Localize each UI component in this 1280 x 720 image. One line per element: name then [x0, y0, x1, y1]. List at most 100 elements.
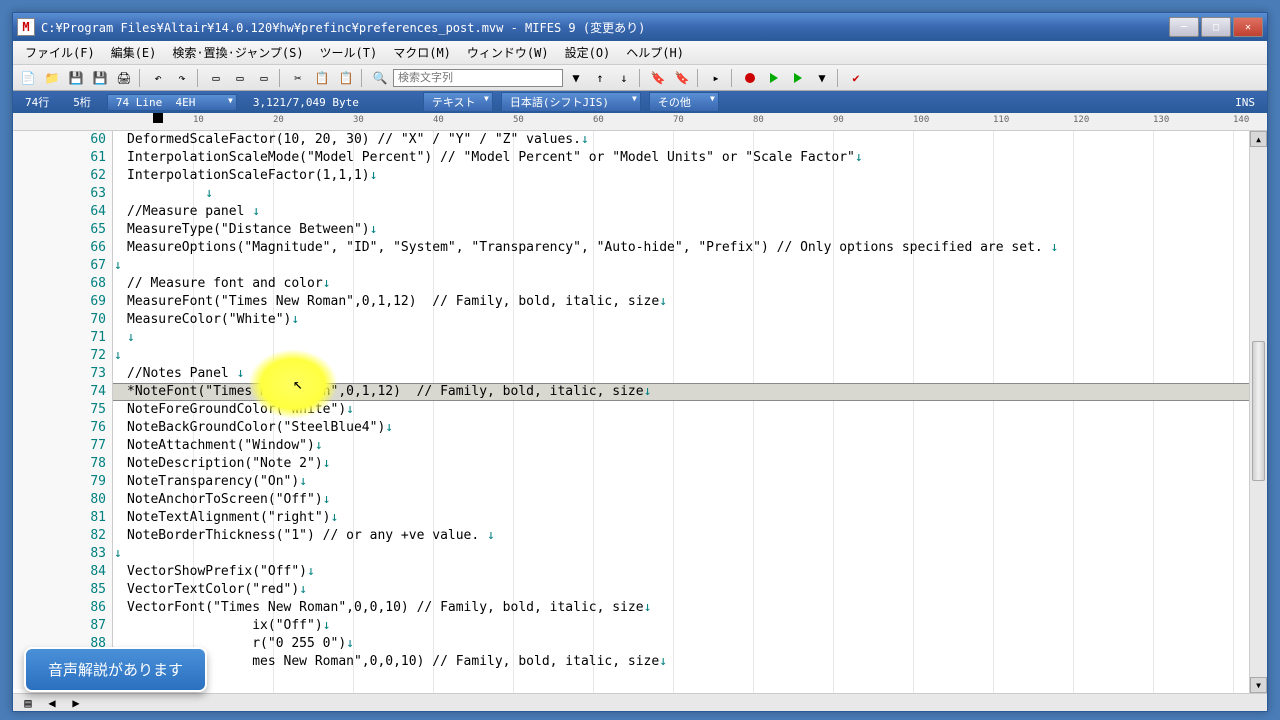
menu-file[interactable]: ファイル(F) [17, 42, 103, 63]
vertical-scrollbar[interactable]: ▲ ▼ [1249, 131, 1267, 693]
line-text[interactable]: NoteDescription("Note 2")↓ [123, 455, 331, 473]
code-line[interactable]: 76NoteBackGroundColor("SteelBlue4")↓ [13, 419, 1249, 437]
find-icon[interactable]: 🔍 [369, 68, 391, 88]
line-text[interactable]: MeasureColor("White")↓ [123, 311, 299, 329]
status-other-dropdown[interactable]: その他 [649, 92, 719, 112]
code-line[interactable]: 70MeasureColor("White")↓ [13, 311, 1249, 329]
code-line[interactable]: 67↓ [13, 257, 1249, 275]
paste-icon[interactable]: 📋 [335, 68, 357, 88]
code-line[interactable]: 64//Measure panel ↓ [13, 203, 1249, 221]
menu-settings[interactable]: 設定(O) [557, 42, 619, 63]
code-line[interactable]: 75NoteForeGroundColor("White")↓ [13, 401, 1249, 419]
code-line[interactable]: 69MeasureFont("Times New Roman",0,1,12) … [13, 293, 1249, 311]
line-text[interactable] [123, 545, 135, 563]
line-text[interactable]: ↓ [123, 329, 135, 347]
line-text[interactable]: NoteBorderThickness("1") // or any +ve v… [123, 527, 495, 545]
line-text[interactable]: // Measure font and color↓ [123, 275, 331, 293]
tab-next-icon[interactable]: ▶ [65, 693, 87, 713]
line-text[interactable]: NoteForeGroundColor("White")↓ [123, 401, 354, 419]
play2-icon[interactable] [787, 68, 809, 88]
line-text[interactable]: MeasureFont("Times New Roman",0,1,12) //… [123, 293, 667, 311]
code-line[interactable]: 74*NoteFont("Times New Roman",0,1,12) //… [13, 383, 1249, 401]
close-button[interactable]: ✕ [1233, 17, 1263, 37]
code-line[interactable]: 78NoteDescription("Note 2")↓ [13, 455, 1249, 473]
doc1-icon[interactable]: ▭ [205, 68, 227, 88]
find-next-icon[interactable]: ↓ [613, 68, 635, 88]
code-line[interactable]: 62InterpolationScaleFactor(1,1,1)↓ [13, 167, 1249, 185]
find-prev-icon[interactable]: ↑ [589, 68, 611, 88]
bookmark-icon[interactable]: 🔖 [647, 68, 669, 88]
line-text[interactable]: VectorFont("Times New Roman",0,0,10) // … [123, 599, 651, 617]
play-dropdown-icon[interactable]: ▼ [811, 68, 833, 88]
line-text[interactable]: InterpolationScaleFactor(1,1,1)↓ [123, 167, 377, 185]
menu-tool[interactable]: ツール(T) [312, 42, 386, 63]
menu-search[interactable]: 検索·置換·ジャンプ(S) [164, 42, 311, 63]
cut-icon[interactable]: ✂ [287, 68, 309, 88]
doc3-icon[interactable]: ▭ [253, 68, 275, 88]
code-line[interactable]: 77NoteAttachment("Window")↓ [13, 437, 1249, 455]
line-text[interactable]: MeasureType("Distance Between")↓ [123, 221, 377, 239]
code-line[interactable]: 63 ↓ [13, 185, 1249, 203]
saveall-icon[interactable]: 💾 [89, 68, 111, 88]
code-line[interactable]: 66MeasureOptions("Magnitude", "ID", "Sys… [13, 239, 1249, 257]
print-icon[interactable]: 🖨 [113, 68, 135, 88]
code-line[interactable]: 85VectorTextColor("red")↓ [13, 581, 1249, 599]
line-text[interactable]: MeasureOptions("Magnitude", "ID", "Syste… [123, 239, 1058, 257]
code-line[interactable]: 72↓ [13, 347, 1249, 365]
menu-macro[interactable]: マクロ(M) [385, 42, 459, 63]
code-line[interactable]: 68// Measure font and color↓ [13, 275, 1249, 293]
line-text[interactable]: *NoteFont("Times New Roman",0,1,12) // F… [123, 383, 651, 401]
code-line[interactable]: 87 ix("Off")↓ [13, 617, 1249, 635]
line-text[interactable]: //Notes Panel ↓ [123, 365, 244, 383]
code-line[interactable]: 83↓ [13, 545, 1249, 563]
editor[interactable]: ↖ 60DeformedScaleFactor(10, 20, 30) // "… [13, 131, 1249, 693]
check-icon[interactable]: ✔ [845, 68, 867, 88]
line-text[interactable] [123, 347, 135, 365]
scroll-up-icon[interactable]: ▲ [1250, 131, 1267, 147]
code-line[interactable]: 80NoteAnchorToScreen("Off")↓ [13, 491, 1249, 509]
new-icon[interactable]: 📄 [17, 68, 39, 88]
scroll-thumb[interactable] [1252, 341, 1265, 481]
status-charset-dropdown[interactable]: テキスト [423, 92, 493, 112]
code-line[interactable]: 82NoteBorderThickness("1") // or any +ve… [13, 527, 1249, 545]
menu-edit[interactable]: 編集(E) [103, 42, 165, 63]
dropdown-icon[interactable]: ▼ [565, 68, 587, 88]
minimize-button[interactable]: ─ [1169, 17, 1199, 37]
code-line[interactable]: 86VectorFont("Times New Roman",0,0,10) /… [13, 599, 1249, 617]
code-line[interactable]: 60DeformedScaleFactor(10, 20, 30) // "X"… [13, 131, 1249, 149]
code-line[interactable]: 84VectorShowPrefix("Off")↓ [13, 563, 1249, 581]
line-text[interactable] [123, 257, 135, 275]
code-line[interactable]: 61InterpolationScaleMode("Model Percent"… [13, 149, 1249, 167]
copy-icon[interactable]: 📋 [311, 68, 333, 88]
code-line[interactable]: 73//Notes Panel ↓ [13, 365, 1249, 383]
run-icon[interactable]: ▸ [705, 68, 727, 88]
code-line[interactable]: 71↓ [13, 329, 1249, 347]
search-input[interactable] [393, 69, 563, 87]
line-text[interactable]: //Measure panel ↓ [123, 203, 260, 221]
doc2-icon[interactable]: ▭ [229, 68, 251, 88]
line-text[interactable]: NoteAttachment("Window")↓ [123, 437, 323, 455]
redo-icon[interactable]: ↷ [171, 68, 193, 88]
record-icon[interactable] [739, 68, 761, 88]
open-icon[interactable]: 📁 [41, 68, 63, 88]
line-text[interactable]: NoteTextAlignment("right")↓ [123, 509, 338, 527]
line-text[interactable]: NoteAnchorToScreen("Off")↓ [123, 491, 331, 509]
tab-prev-icon[interactable]: ◀ [41, 693, 63, 713]
save-icon[interactable]: 💾 [65, 68, 87, 88]
titlebar[interactable]: M C:¥Program Files¥Altair¥14.0.120¥hw¥pr… [13, 13, 1267, 41]
line-text[interactable]: VectorShowPrefix("Off")↓ [123, 563, 315, 581]
line-text[interactable]: NoteTransparency("On")↓ [123, 473, 307, 491]
line-text[interactable]: InterpolationScaleMode("Model Percent") … [123, 149, 863, 167]
scroll-down-icon[interactable]: ▼ [1250, 677, 1267, 693]
line-text[interactable]: DeformedScaleFactor(10, 20, 30) // "X" /… [123, 131, 589, 149]
code-line[interactable]: 81NoteTextAlignment("right")↓ [13, 509, 1249, 527]
line-text[interactable]: VectorTextColor("red")↓ [123, 581, 307, 599]
undo-icon[interactable]: ↶ [147, 68, 169, 88]
line-text[interactable]: ↓ [123, 185, 213, 203]
line-text[interactable]: NoteBackGroundColor("SteelBlue4")↓ [123, 419, 393, 437]
code-line[interactable]: 79NoteTransparency("On")↓ [13, 473, 1249, 491]
line-text[interactable]: ix("Off")↓ [123, 617, 331, 635]
tab-list-icon[interactable]: ▤ [17, 693, 39, 713]
status-line-dropdown[interactable]: 74 Line 4EH [107, 94, 237, 111]
maximize-button[interactable]: □ [1201, 17, 1231, 37]
